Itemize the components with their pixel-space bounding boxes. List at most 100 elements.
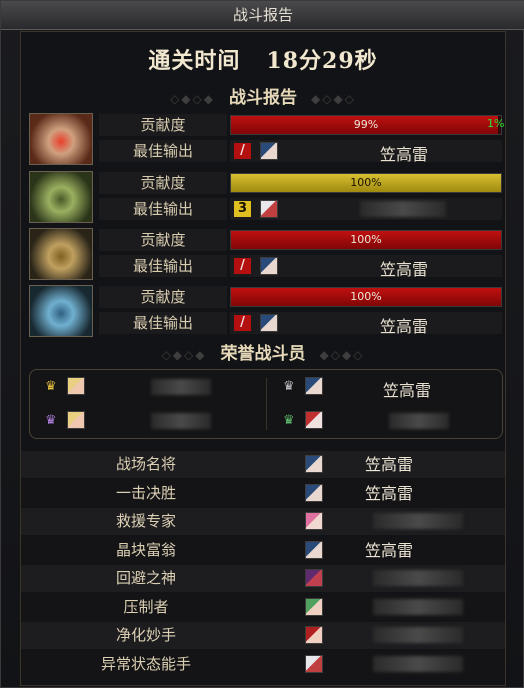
gold-crown-icon: ♛ <box>45 379 57 394</box>
clear-time-value: 18分29秒 <box>266 48 378 74</box>
best-output-cell: / 笠高雷 <box>230 140 502 165</box>
boss-row: 贡献度最佳输出 100% 3 <box>29 171 503 223</box>
award-title: 救援专家 <box>115 512 176 530</box>
hidden-name <box>373 655 463 672</box>
blonde-avatar-icon[interactable] <box>67 377 85 395</box>
best-output-cell: / 笠高雷 <box>230 255 502 280</box>
award-row: 战场名将 笠高雷 <box>21 451 505 478</box>
blue-hair-avatar-icon[interactable] <box>260 257 278 275</box>
blue-hair-avatar-icon[interactable] <box>305 455 323 473</box>
purple-avatar-icon[interactable] <box>305 569 323 587</box>
remaining-percent: 1% <box>487 117 505 130</box>
hidden-name <box>373 570 463 586</box>
hidden-name <box>151 413 211 429</box>
boss-row: 贡献度最佳输出 99% 1% / 笠高雷 <box>29 113 505 165</box>
player-name[interactable]: 笠高雷 <box>380 256 428 280</box>
award-row: 一击决胜 笠高雷 <box>21 479 505 507</box>
player-name[interactable]: 笠高雷 <box>380 313 428 337</box>
blue-hair-avatar-icon[interactable] <box>305 377 323 395</box>
award-title: 异常状态能手 <box>100 654 191 673</box>
award-row: 回避之神 <box>21 565 505 592</box>
red-white-avatar-icon[interactable] <box>305 411 323 429</box>
pink-hair-avatar-icon[interactable] <box>305 512 323 530</box>
contribution-label: 贡献度 <box>99 114 227 136</box>
green-spike-mask-icon <box>29 171 93 223</box>
clear-time: 通关时间 18分29秒 <box>21 39 505 83</box>
contribution-percent: 100% <box>350 176 382 189</box>
hidden-name <box>373 627 463 643</box>
boss-row: 贡献度最佳输出 100% / 笠高雷 <box>29 228 503 280</box>
contribution-bar: 100% <box>230 173 502 193</box>
contribution-percent: 99% <box>353 118 379 131</box>
contribution-bar: 99% <box>230 115 502 135</box>
honor-member-name[interactable]: 笠高雷 <box>383 377 431 401</box>
contribution-bar: 100% <box>230 287 502 307</box>
purple-crown-icon: ♛ <box>45 413 57 428</box>
contribution-label: 贡献度 <box>99 172 227 194</box>
ornament-left-icon: ◇◆◇◆ <box>170 92 215 106</box>
gold-spike-mask-icon <box>29 228 93 280</box>
blue-hair-avatar-icon[interactable] <box>260 142 278 160</box>
silver-crown-icon: ♛ <box>283 379 295 394</box>
award-row: 压制者 <box>21 593 505 621</box>
honor-heading: ◇◆◇◆ 荣誉战斗员 ◆◇◆◇ <box>21 341 505 367</box>
blue-hair-avatar-icon[interactable] <box>260 314 278 332</box>
award-title: 一击决胜 <box>115 483 176 502</box>
award-title: 晶块富翁 <box>115 540 176 559</box>
hidden-name <box>151 379 211 395</box>
ornament-left-icon: ◇◆◇◆ <box>161 348 207 362</box>
boss-row: 贡献度最佳输出 100% / 笠高雷 <box>29 285 503 337</box>
hidden-name <box>373 598 463 615</box>
rank-badge: / <box>234 143 251 159</box>
blonde-avatar-icon[interactable] <box>67 411 85 429</box>
award-title: 压制者 <box>123 597 169 616</box>
white-hair-avatar-icon[interactable] <box>305 654 323 673</box>
award-row: 净化妙手 <box>21 622 505 649</box>
rank-badge: / <box>234 258 251 274</box>
title-bar[interactable]: 战斗报告 <box>1 1 524 30</box>
contribution-percent: 100% <box>350 290 382 303</box>
best-output-cell: / 笠高雷 <box>230 312 502 337</box>
rank-badge: 3 <box>234 201 251 217</box>
best-output-label: 最佳输出 <box>99 198 227 220</box>
award-row: 晶块富翁 笠高雷 <box>21 536 505 564</box>
blue-hair-avatar-icon[interactable] <box>305 483 323 502</box>
red-flame-mask-icon <box>29 113 93 165</box>
blue-hair-avatar-icon[interactable] <box>305 540 323 559</box>
hidden-name <box>373 513 463 529</box>
ornament-right-icon: ◆◇◆◇ <box>319 348 365 362</box>
contribution-percent: 100% <box>350 233 382 246</box>
player-name[interactable]: 笠高雷 <box>380 141 428 165</box>
award-row: 救援专家 <box>21 508 505 535</box>
battle-report-heading: ◇◆◇◆ 战斗报告 ◆◇◆◇ <box>21 85 505 111</box>
hidden-name <box>360 201 446 217</box>
clear-time-label: 通关时间 <box>148 48 241 74</box>
award-title: 净化妙手 <box>115 626 176 644</box>
battle-report-window: 战斗报告 通关时间 18分29秒 ◇◆◇◆ 战斗报告 ◆◇◆◇ 贡献度 最佳输出 99% 1… <box>0 0 524 688</box>
award-title: 回避之神 <box>115 569 176 587</box>
ornament-right-icon: ◆◇◆◇ <box>311 92 356 106</box>
award-title: 战场名将 <box>115 455 176 473</box>
award-player-name[interactable]: 笠高雷 <box>365 480 413 507</box>
rank-badge: / <box>234 315 251 331</box>
red-hair-avatar-icon[interactable] <box>305 626 323 644</box>
best-output-label: 最佳输出 <box>99 140 227 162</box>
window-title: 战斗报告 <box>232 6 293 24</box>
best-output-cell: 3 <box>230 198 502 220</box>
award-row: 异常状态能手 <box>21 650 505 678</box>
white-hair-avatar-icon[interactable] <box>260 200 278 218</box>
green-crown-icon: ♛ <box>283 413 295 428</box>
green-hair-avatar-icon[interactable] <box>305 597 323 616</box>
contribution-label: 贡献度 <box>99 229 227 251</box>
honor-divider <box>266 378 267 430</box>
battle-report-section-title: 战斗报告 <box>229 88 297 108</box>
contribution-bar: 100% <box>230 230 502 250</box>
ice-spike-mask-icon <box>29 285 93 337</box>
award-player-name[interactable]: 笠高雷 <box>365 451 413 478</box>
best-output-label: 最佳输出 <box>99 255 227 277</box>
best-output-label: 最佳输出 <box>99 312 227 334</box>
honor-section-title: 荣誉战斗员 <box>220 344 306 364</box>
contribution-label: 贡献度 <box>99 286 227 308</box>
hidden-name <box>389 413 449 429</box>
award-player-name[interactable]: 笠高雷 <box>365 537 413 564</box>
